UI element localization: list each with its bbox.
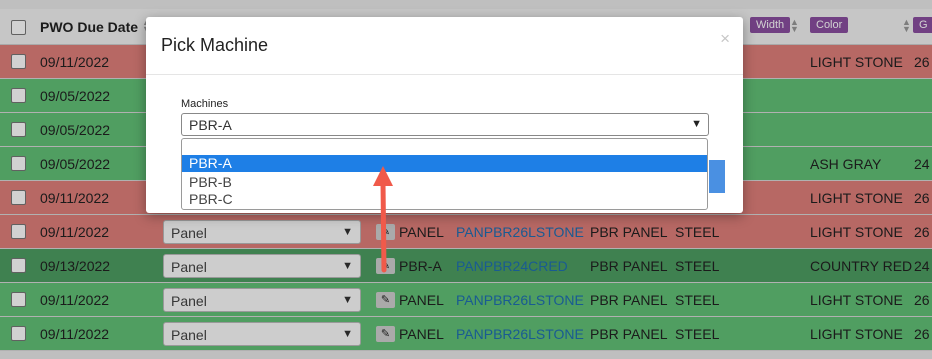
red-arrow-annotation bbox=[373, 166, 393, 273]
